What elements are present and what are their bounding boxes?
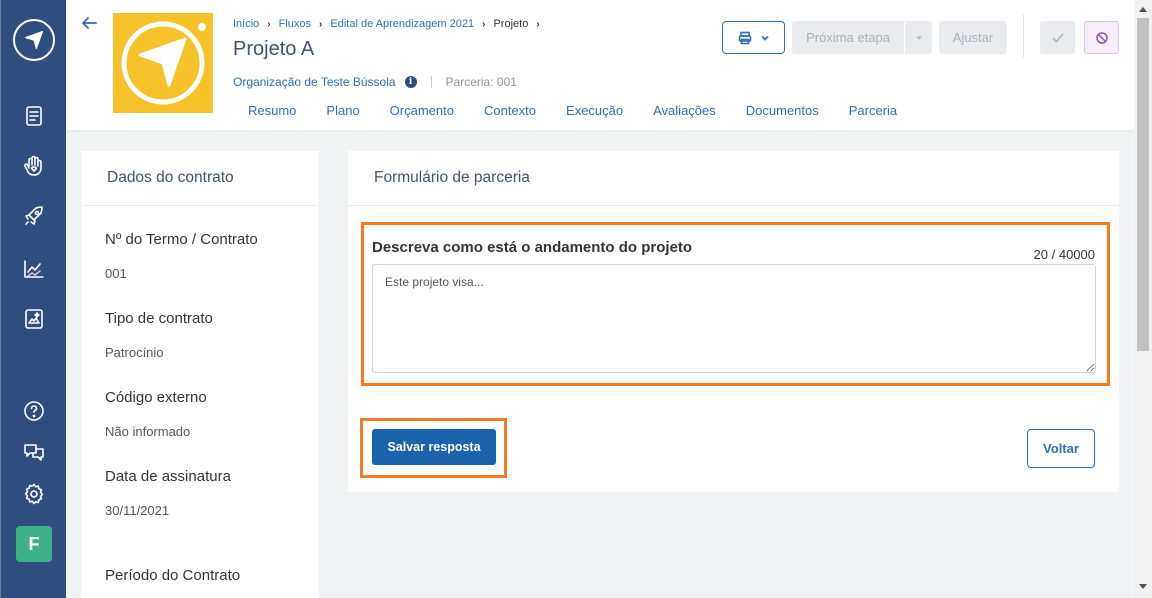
image-book-icon <box>25 309 43 329</box>
compass-logo-icon <box>121 21 206 105</box>
tab-parceria[interactable]: Parceria <box>849 103 897 118</box>
character-counter: 20 / 40000 <box>1033 247 1095 262</box>
field-label-contract-type: Tipo de contrato <box>105 310 213 327</box>
field-value-signature-date: 30/11/2021 <box>105 503 170 518</box>
form-card-title: Formulário de parceria <box>374 169 530 186</box>
tab-orcamento[interactable]: Orçamento <box>390 103 454 118</box>
field-value-external-code: Não informado <box>105 424 191 439</box>
print-button[interactable] <box>722 21 785 54</box>
field-label-external-code: Código externo <box>105 389 207 406</box>
help-icon <box>24 401 44 421</box>
breadcrumb-fluxos[interactable]: Fluxos <box>279 18 311 30</box>
sidebar: F <box>0 0 66 598</box>
chevron-right-icon: › <box>482 18 486 30</box>
breadcrumb-projeto: Projeto <box>493 18 529 30</box>
partnership-form-card: Formulário de parceria Descreva como est… <box>348 151 1119 492</box>
sidebar-item-reports[interactable] <box>1 251 67 287</box>
chevron-down-icon <box>760 35 769 41</box>
field-value-contract-number: 001 <box>105 266 127 281</box>
tab-plano[interactable]: Plano <box>326 103 359 118</box>
user-menu[interactable]: F <box>1 526 67 562</box>
back-button[interactable]: Voltar <box>1027 429 1095 468</box>
tab-avaliacoes[interactable]: Avaliações <box>653 103 716 118</box>
field-label-contract-period: Período do Contrato <box>105 567 241 584</box>
compass-logo-icon <box>13 19 55 61</box>
cancel-button[interactable] <box>1084 21 1119 54</box>
question-label: Descreva como está o andamento do projet… <box>372 239 693 256</box>
next-step-button[interactable]: Próxima etapa <box>792 21 932 54</box>
tab-documentos[interactable]: Documentos <box>746 103 819 118</box>
contract-card-title: Dados do contrato <box>107 169 234 186</box>
tab-execucao[interactable]: Execução <box>566 103 623 118</box>
next-step-label: Próxima etapa <box>806 30 890 45</box>
answer-textarea[interactable]: Este projeto visa... <box>372 264 1096 373</box>
divider <box>348 205 1119 206</box>
approve-button[interactable] <box>1040 21 1075 54</box>
tab-resumo[interactable]: Resumo <box>248 103 296 118</box>
chevron-right-icon: › <box>536 18 540 30</box>
field-label-signature-date: Data de assinatura <box>105 468 231 485</box>
page-title: Projeto A <box>233 38 315 60</box>
save-answer-button[interactable]: Salvar resposta <box>372 429 496 465</box>
page-scrollbar[interactable] <box>1134 0 1152 598</box>
sidebar-item-partnerships[interactable] <box>1 148 67 184</box>
gear-icon <box>24 483 44 505</box>
breadcrumb: Início › Fluxos › Edital de Aprendizagem… <box>233 18 548 30</box>
ban-icon <box>1095 31 1108 44</box>
scroll-down-arrow-icon[interactable] <box>1139 584 1147 589</box>
sidebar-item-messages[interactable] <box>1 434 67 470</box>
hand-heart-icon <box>24 155 42 176</box>
next-step-dropdown[interactable] <box>905 33 932 43</box>
printer-icon <box>738 31 751 44</box>
field-label-contract-number: Nº do Termo / Contrato <box>105 231 258 248</box>
project-header: Início › Fluxos › Edital de Aprendizagem… <box>66 0 1134 130</box>
breadcrumb-edital[interactable]: Edital de Aprendizagem 2021 <box>330 18 474 30</box>
adjust-button[interactable]: Ajustar <box>939 21 1007 54</box>
rocket-icon <box>25 206 43 225</box>
sidebar-item-library[interactable] <box>1 301 67 337</box>
document-list-icon <box>26 106 42 126</box>
caret-down-icon <box>915 36 922 40</box>
organization-line: Organização de Teste Bússola i Parceria:… <box>233 75 517 89</box>
chart-line-icon <box>24 260 44 278</box>
back-arrow-icon[interactable] <box>80 14 98 32</box>
app-logo[interactable] <box>1 19 67 61</box>
field-value-contract-type: Patrocínio <box>105 345 164 360</box>
project-tabs: Resumo Plano Orçamento Contexto Execução… <box>248 103 927 118</box>
divider <box>1023 14 1024 58</box>
chat-icon <box>24 444 44 461</box>
parceria-label: Parceria: 001 <box>445 75 517 89</box>
breadcrumb-inicio[interactable]: Início <box>233 18 259 30</box>
organization-link[interactable]: Organização de Teste Bússola <box>233 75 396 89</box>
tab-contexto[interactable]: Contexto <box>484 103 536 118</box>
scrollbar-thumb[interactable] <box>1137 18 1149 351</box>
sidebar-item-projects[interactable] <box>1 198 67 234</box>
project-logo <box>113 13 213 113</box>
contract-data-card: Dados do contrato Nº do Termo / Contrato… <box>82 151 318 598</box>
avatar: F <box>16 526 52 562</box>
sidebar-item-documents[interactable] <box>1 98 67 134</box>
scroll-up-arrow-icon[interactable] <box>1139 7 1147 12</box>
sidebar-item-help[interactable] <box>1 393 67 429</box>
chevron-right-icon: › <box>267 18 271 30</box>
sidebar-item-settings[interactable] <box>1 476 67 512</box>
divider <box>430 76 432 88</box>
chevron-right-icon: › <box>319 18 323 30</box>
check-icon <box>1052 33 1063 42</box>
divider <box>82 205 318 206</box>
info-icon[interactable]: i <box>404 76 417 88</box>
